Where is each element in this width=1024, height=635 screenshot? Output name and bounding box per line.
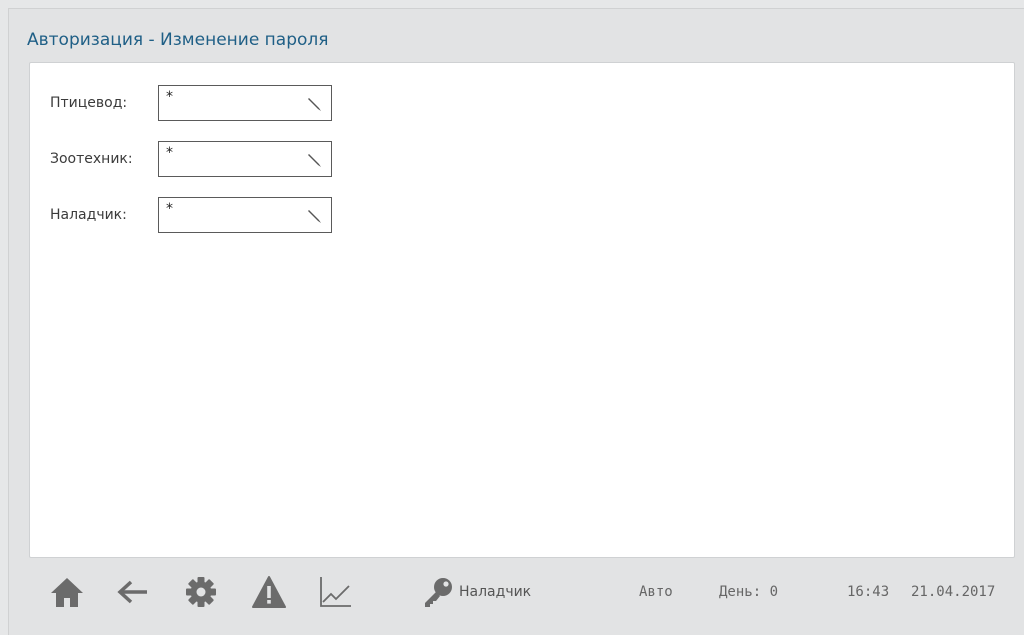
gear-icon[interactable] [183, 575, 219, 609]
back-arrow-icon[interactable] [115, 575, 151, 609]
form-row-poultry-keeper: Птицевод: * [30, 85, 430, 121]
day-counter: День: 0 [719, 584, 779, 600]
password-value: * [166, 89, 173, 105]
chart-icon[interactable] [317, 575, 353, 609]
field-label-zootechnician: Зоотехник: [50, 151, 133, 167]
clock-date: 21.04.2017 [911, 584, 996, 600]
field-label-poultry-keeper: Птицевод: [50, 95, 128, 111]
form-row-adjuster: Наладчик: * [30, 197, 430, 233]
key-icon[interactable] [421, 575, 457, 609]
home-icon[interactable] [49, 575, 85, 609]
form-row-zootechnician: Зоотехник: * [30, 141, 430, 177]
password-field-adjuster[interactable]: * [158, 197, 332, 233]
pencil-icon[interactable] [306, 151, 324, 169]
password-field-zootechnician[interactable]: * [158, 141, 332, 177]
current-user: Наладчик [459, 584, 532, 600]
clock-time: 16:43 [847, 584, 890, 600]
password-form-panel: Птицевод: * Зоотехник: * Наладчик: * [29, 62, 1015, 558]
field-label-adjuster: Наладчик: [50, 207, 127, 223]
pencil-icon[interactable] [306, 207, 324, 225]
pencil-icon[interactable] [306, 95, 324, 113]
bottom-toolbar: Наладчик Авто День: 0 16:43 21.04.2017 [29, 560, 1015, 618]
mode-status: Авто [639, 584, 673, 600]
password-value: * [166, 201, 173, 217]
password-field-poultry-keeper[interactable]: * [158, 85, 332, 121]
warning-icon[interactable] [251, 575, 287, 609]
page-title: Авторизация - Изменение пароля [27, 30, 329, 50]
password-value: * [166, 145, 173, 161]
